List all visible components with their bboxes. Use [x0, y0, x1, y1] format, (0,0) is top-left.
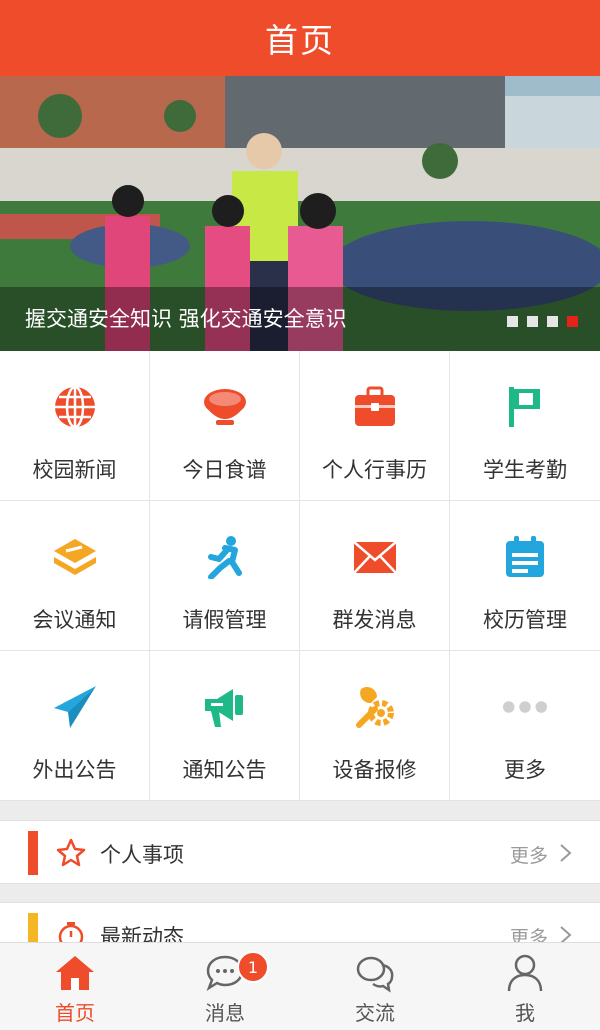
tab-home[interactable]: 首页 [0, 943, 150, 1030]
grid-item-label: 更多 [504, 758, 546, 782]
banner-carousel[interactable]: 握交通安全知识 强化交通安全意识 [0, 76, 600, 351]
tab-label: 首页 [55, 1001, 95, 1025]
tab-me[interactable]: 我 [450, 943, 600, 1030]
chevron-right-icon[interactable] [556, 843, 574, 863]
grid-item-more[interactable]: 更多 [450, 651, 600, 801]
grid-item-attendance[interactable]: 学生考勤 [450, 351, 600, 501]
home-icon [54, 953, 96, 993]
section-accent-bar [28, 831, 38, 875]
grid-item-school-calendar[interactable]: 校历管理 [450, 501, 600, 651]
section-personal-items[interactable]: 个人事项 更多 [0, 820, 600, 884]
grid-item-label: 校园新闻 [32, 458, 117, 482]
megaphone-icon [202, 684, 248, 730]
grid-item-leave-management[interactable]: 请假管理 [150, 501, 300, 651]
bowl-icon [202, 384, 248, 430]
message-badge: 1 [237, 951, 269, 983]
star-icon [56, 838, 86, 868]
grid-item-mass-message[interactable]: 群发消息 [300, 501, 450, 651]
grid-item-label: 外出公告 [32, 758, 117, 782]
grid-item-meeting-notice[interactable]: 会议通知 [0, 501, 150, 651]
grid-item-daily-menu[interactable]: 今日食谱 [150, 351, 300, 501]
grid-item-label: 会议通知 [32, 608, 117, 632]
grid-item-label: 通知公告 [182, 758, 267, 782]
running-person-icon [202, 534, 248, 580]
tab-label: 交流 [355, 1001, 395, 1025]
tab-label: 消息 [205, 1001, 245, 1025]
grid-item-label: 群发消息 [332, 608, 417, 632]
app-header: 首页 [0, 0, 600, 76]
carousel-dot[interactable] [527, 316, 538, 327]
tab-label: 我 [515, 1001, 535, 1025]
grid-item-announcement[interactable]: 通知公告 [150, 651, 300, 801]
grid-item-equipment-repair[interactable]: 设备报修 [300, 651, 450, 801]
section-title: 个人事项 [100, 843, 184, 867]
paper-plane-icon [52, 684, 98, 730]
grid-item-label: 请假管理 [182, 608, 267, 632]
grid-item-label: 设备报修 [332, 758, 417, 782]
wrench-gear-icon [352, 684, 398, 730]
page-title: 首页 [265, 21, 335, 60]
more-dots-icon [502, 684, 548, 730]
grid-item-label: 学生考勤 [483, 458, 567, 482]
tab-messages[interactable]: 消息 [150, 943, 300, 1030]
layers-icon [52, 534, 98, 580]
globe-icon [52, 384, 98, 430]
banner-caption: 握交通安全知识 强化交通安全意识 [25, 307, 347, 331]
briefcase-icon [352, 384, 398, 430]
function-grid: 校园新闻 今日食谱 个人行事历 学生考勤 会议通知 请假管理 群发消息 校历管理… [0, 351, 600, 801]
grid-item-label: 校历管理 [483, 608, 567, 632]
conversation-icon [354, 953, 396, 993]
user-icon [504, 953, 546, 993]
grid-item-label: 今日食谱 [182, 458, 267, 482]
bottom-tab-bar: 首页 消息 交流 我 [0, 942, 600, 1030]
tab-communication[interactable]: 交流 [300, 943, 450, 1030]
envelope-icon [352, 534, 398, 580]
carousel-indicators[interactable] [507, 316, 578, 327]
grid-item-outing-notice[interactable]: 外出公告 [0, 651, 150, 801]
grid-item-label: 个人行事历 [322, 458, 427, 482]
calendar-icon [502, 534, 548, 580]
carousel-dot[interactable] [507, 316, 518, 327]
carousel-dot-active[interactable] [567, 316, 578, 327]
carousel-dot[interactable] [547, 316, 558, 327]
more-link[interactable]: 更多 [510, 841, 548, 868]
grid-item-campus-news[interactable]: 校园新闻 [0, 351, 150, 501]
flag-icon [502, 384, 548, 430]
grid-item-personal-calendar[interactable]: 个人行事历 [300, 351, 450, 501]
